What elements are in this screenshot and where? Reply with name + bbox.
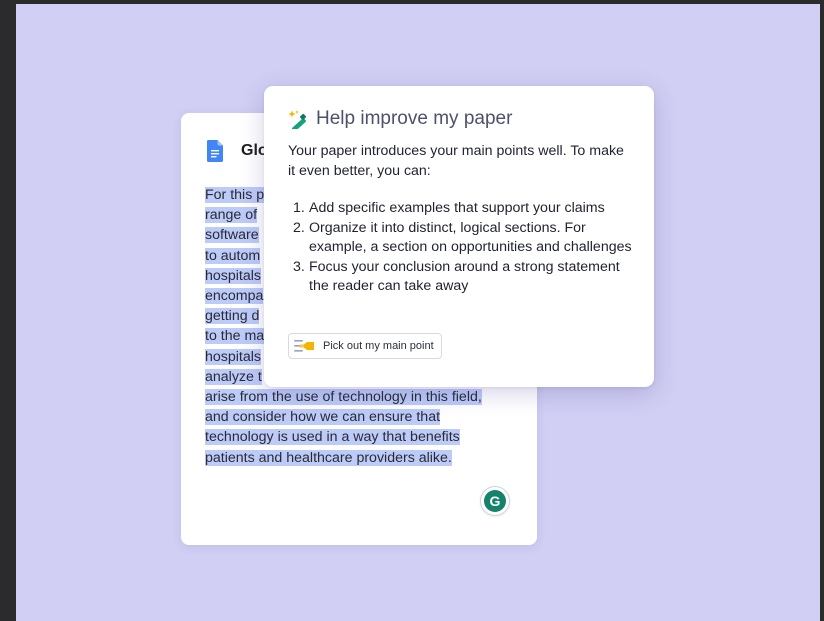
list-item: 2. Organize it into distinct, logical se…	[288, 219, 640, 258]
pick-main-point-button[interactable]: Pick out my main point	[288, 333, 442, 359]
suggestion-list: 1. Add specific examples that support yo…	[288, 199, 640, 297]
doc-line: hospitals	[205, 267, 261, 284]
list-number: 1.	[293, 200, 305, 216]
doc-line: range of	[205, 207, 258, 224]
doc-line: analyze t	[205, 368, 262, 385]
list-number: 3.	[293, 258, 305, 275]
doc-line: arise from the use of technology in this…	[205, 389, 482, 406]
popup-header: Help improve my paper	[288, 108, 512, 130]
canvas-background: Glo For this p range of software to auto…	[16, 4, 820, 621]
doc-line: getting d	[205, 308, 260, 325]
list-item-text: Organize it into distinct, logical secti…	[309, 219, 632, 256]
list-item: 1. Add specific examples that support yo…	[288, 199, 640, 219]
grammarly-icon: G	[484, 490, 506, 512]
list-item-text: Focus your conclusion around a strong st…	[309, 258, 620, 295]
grammarly-button[interactable]: G	[481, 487, 509, 515]
doc-line: For this p	[205, 187, 265, 203]
doc-line: technology is used in a way that benefit…	[205, 429, 460, 446]
list-item-text: Add specific examples that support your …	[309, 200, 605, 216]
doc-line: software	[205, 227, 259, 244]
popup-intro-text: Your paper introduces your main points w…	[288, 143, 624, 179]
highlighter-icon	[294, 340, 314, 352]
doc-line: and consider how we can ensure that	[205, 409, 441, 426]
doc-line: to the ma	[205, 328, 265, 345]
list-number: 2.	[293, 219, 305, 236]
document-header: Glo	[207, 139, 268, 163]
magic-wand-icon	[288, 110, 306, 129]
suggestion-popup: Help improve my paper Your paper introdu…	[264, 86, 654, 387]
doc-line: encompa	[205, 288, 264, 305]
popup-title: Help improve my paper	[316, 108, 513, 129]
doc-line: to autom	[205, 247, 261, 264]
pick-main-point-label: Pick out my main point	[323, 340, 434, 352]
google-docs-icon	[207, 140, 223, 162]
doc-line: hospitals	[205, 348, 261, 365]
doc-line: patients and healthcare providers alike.	[205, 449, 452, 466]
list-item: 3. Focus your conclusion around a strong…	[288, 258, 640, 297]
